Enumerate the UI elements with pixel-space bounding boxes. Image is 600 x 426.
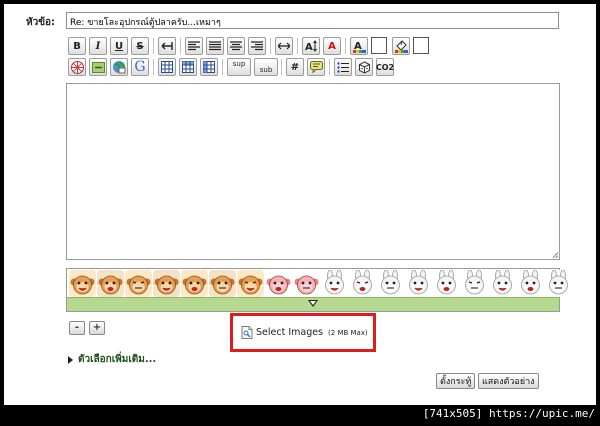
ltr-icon <box>161 42 173 50</box>
toolbar-separator <box>281 59 282 75</box>
pig-1-smiley-icon[interactable] <box>265 270 292 297</box>
select-images-button[interactable]: Select Images (2 MB Max) <box>241 326 368 339</box>
table-column-icon <box>203 61 215 73</box>
insert-column-button[interactable] <box>200 58 218 76</box>
message-textarea[interactable] <box>66 83 560 260</box>
table-row-icon <box>182 61 194 73</box>
toolbar-separator <box>153 38 154 54</box>
font-color-button[interactable]: A <box>323 37 341 55</box>
upload-highlight-box: Select Images (2 MB Max) <box>230 313 376 352</box>
expand-down-icon[interactable] <box>308 300 318 307</box>
grow-editor-button[interactable]: + <box>89 321 105 335</box>
bold-button[interactable]: B <box>68 37 86 55</box>
flash-wheel-icon <box>70 60 84 74</box>
subscript-button[interactable]: sub <box>254 58 278 76</box>
superscript-button[interactable]: sup <box>227 58 251 76</box>
highlight-button[interactable] <box>392 37 410 55</box>
bunny-6-smiley-icon[interactable] <box>461 270 488 297</box>
italic-button[interactable]: I <box>89 37 107 55</box>
co2-button[interactable]: CO2 <box>376 58 394 76</box>
toolbar-separator <box>329 59 330 75</box>
bunny-2-smiley-icon[interactable] <box>349 270 376 297</box>
list-button[interactable] <box>334 58 352 76</box>
monkey-1-smiley-icon[interactable] <box>69 270 96 297</box>
highlight-color-swatch[interactable] <box>413 37 429 54</box>
insert-table-button[interactable] <box>158 58 176 76</box>
toolbar-separator <box>345 38 346 54</box>
toolbar-separator <box>270 38 271 54</box>
monkey-5-smiley-icon[interactable] <box>181 270 208 297</box>
smiley-row <box>68 270 572 298</box>
insert-row-button[interactable] <box>179 58 197 76</box>
horizontal-rule-icon <box>278 42 290 50</box>
quote-button[interactable] <box>307 58 325 76</box>
align-justify-icon <box>209 41 221 51</box>
align-left-button[interactable] <box>185 37 203 55</box>
horizontal-rule-button[interactable] <box>275 37 293 55</box>
text-color-button[interactable]: A <box>350 37 368 55</box>
reply-form: หัวข้อ: Re: ขายโละอุปกรณ์ตู้ปลาครับ...เห… <box>4 4 596 405</box>
speech-bubble-icon <box>309 61 323 73</box>
bunny-1-smiley-icon[interactable] <box>321 270 348 297</box>
toolbar-separator <box>180 38 181 54</box>
expand-right-icon <box>68 355 73 364</box>
align-center-icon <box>230 41 242 51</box>
google-search-button[interactable]: G <box>131 58 149 76</box>
monkey-7-smiley-icon[interactable] <box>237 270 264 297</box>
watermark: [741x505] https://upic.me/ <box>422 407 595 420</box>
code-button[interactable]: # <box>286 58 304 76</box>
bunny-7-smiley-icon[interactable] <box>489 270 516 297</box>
font-size-icon: A <box>305 40 317 52</box>
dice-button[interactable] <box>355 58 373 76</box>
more-options-toggle[interactable]: ตัวเลือกเพิ่มเติม... <box>68 352 156 367</box>
underline-button[interactable]: U <box>110 37 128 55</box>
list-icon <box>337 61 349 73</box>
svg-text:A: A <box>305 42 313 52</box>
bunny-5-smiley-icon[interactable] <box>433 270 460 297</box>
smiley-expand-bar[interactable] <box>67 297 559 311</box>
shrink-editor-button[interactable]: - <box>69 321 85 335</box>
text-color-swatch[interactable] <box>371 37 387 54</box>
toolbar-separator <box>297 38 298 54</box>
bunny-4-smiley-icon[interactable] <box>405 270 432 297</box>
globe-icon <box>113 61 126 74</box>
align-center-button[interactable] <box>227 37 245 55</box>
text-direction-button[interactable] <box>158 37 176 55</box>
align-right-button[interactable] <box>248 37 266 55</box>
align-right-icon <box>251 41 263 51</box>
subject-input[interactable]: Re: ขายโละอุปกรณ์ตู้ปลาครับ...เหมาๆ <box>66 12 559 29</box>
screenshot-frame: หัวข้อ: Re: ขายโละอุปกรณ์ตู้ปลาครับ...เห… <box>0 0 600 426</box>
pig-2-smiley-icon[interactable] <box>293 270 320 297</box>
rainbow-a-icon: A <box>352 41 366 53</box>
toolbar-separator <box>153 59 154 75</box>
align-justify-button[interactable] <box>206 37 224 55</box>
preview-button[interactable]: แสดงตัวอย่าง <box>478 373 539 389</box>
link-icon <box>91 61 105 73</box>
insert-flash-button[interactable] <box>68 58 86 76</box>
insert-web-button[interactable] <box>110 58 128 76</box>
monkey-2-smiley-icon[interactable] <box>97 270 124 297</box>
paint-bucket-icon <box>394 39 408 53</box>
monkey-6-smiley-icon[interactable] <box>209 270 236 297</box>
bunny-3-smiley-icon[interactable] <box>377 270 404 297</box>
strike-button[interactable]: S <box>131 37 149 55</box>
monkey-3-smiley-icon[interactable] <box>125 270 152 297</box>
monkey-4-smiley-icon[interactable] <box>153 270 180 297</box>
table-icon <box>161 61 173 73</box>
smiley-strip <box>66 268 572 312</box>
subject-label: หัวข้อ: <box>26 17 56 28</box>
bunny-8-smiley-icon[interactable] <box>517 270 544 297</box>
upload-size-limit: (2 MB Max) <box>328 328 368 337</box>
more-options-label: ตัวเลือกเพิ่มเติม... <box>78 354 157 365</box>
dice-icon <box>358 60 370 74</box>
image-file-icon <box>241 326 253 339</box>
select-images-label: Select Images <box>256 327 324 338</box>
post-topic-button[interactable]: ตั้งกระทู้ <box>436 373 476 389</box>
toolbar-separator <box>222 59 223 75</box>
align-left-icon <box>188 41 200 51</box>
insert-link-button[interactable] <box>89 58 107 76</box>
font-size-button[interactable]: A <box>302 37 320 55</box>
bunny-9-smiley-icon[interactable] <box>545 270 572 297</box>
